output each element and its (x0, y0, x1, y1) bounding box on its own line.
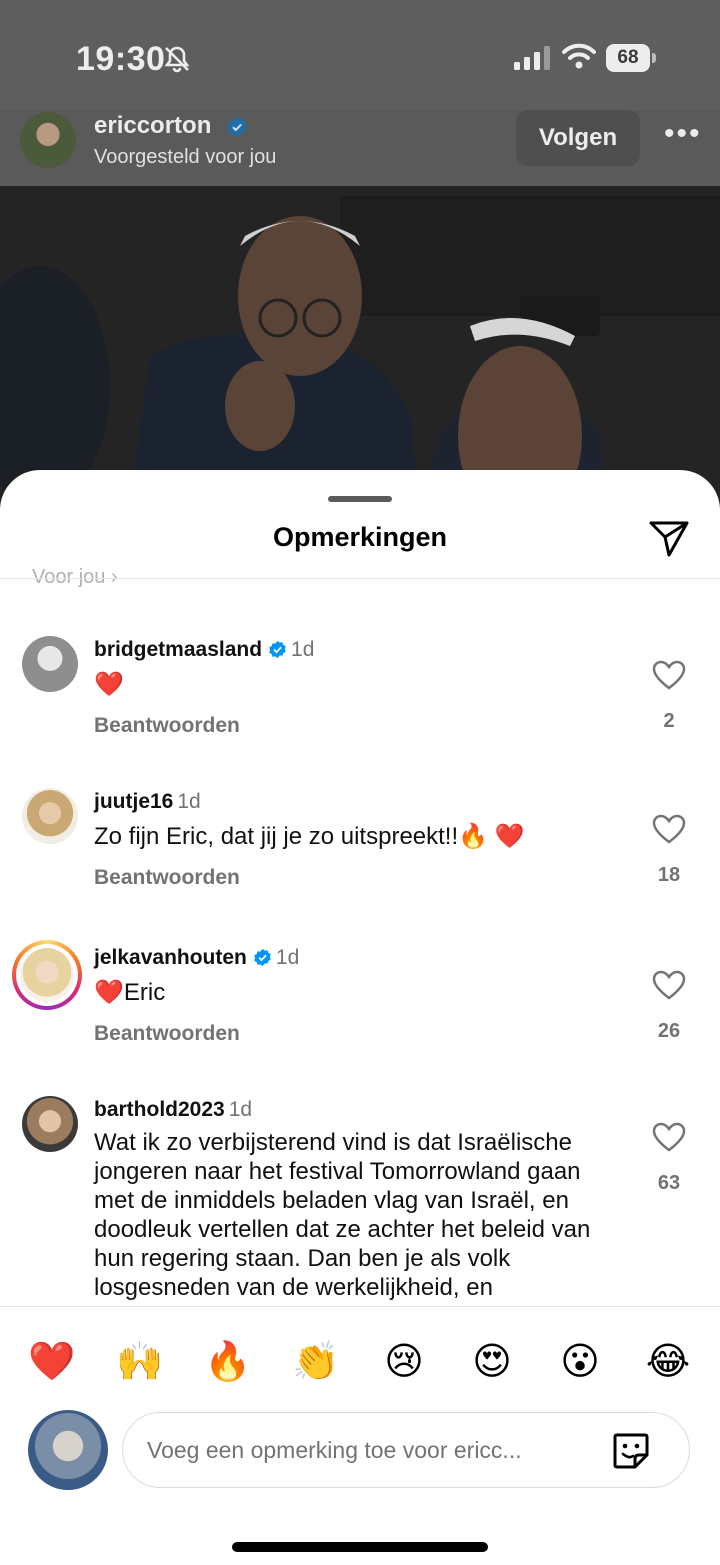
comment-username[interactable]: bridgetmaasland 1d (94, 638, 314, 662)
reply-button[interactable]: Beantwoorden (94, 714, 240, 738)
divider (0, 578, 720, 579)
battery-level: 68 (617, 47, 639, 68)
username-text: barthold2023 (94, 1098, 225, 1121)
emoji-clap-button[interactable]: 👏 (292, 1338, 340, 1386)
battery-icon: 68 (606, 44, 656, 72)
comment-username[interactable]: juutje16 1d (94, 790, 201, 814)
comment-text: Wat ik zo verbijsterend vind is dat Isra… (94, 1129, 591, 1301)
comment-username[interactable]: barthold2023 1d (94, 1098, 252, 1122)
emoji-heart-button[interactable]: ❤️ (28, 1338, 76, 1386)
post-image (0, 186, 720, 506)
status-bar: 19:30 68 (0, 0, 720, 110)
verified-badge-icon (227, 117, 247, 137)
current-user-avatar (28, 1410, 108, 1490)
signal-icon (514, 46, 550, 70)
heart-icon[interactable] (652, 660, 686, 690)
bell-muted-icon (164, 46, 190, 73)
heart-icon[interactable] (652, 814, 686, 844)
drag-handle[interactable] (328, 496, 392, 502)
story-ring[interactable] (12, 940, 82, 1010)
like-count: 2 (663, 710, 675, 732)
reply-button[interactable]: Beantwoorden (94, 866, 240, 890)
clock: 19:30 (76, 40, 166, 78)
wifi-icon (562, 43, 596, 69)
commenter-avatar (20, 948, 74, 1002)
emoji-heart-eyes-button[interactable]: 😍 (468, 1338, 516, 1386)
comment-time: 1d (275, 946, 300, 969)
share-send-icon[interactable] (648, 520, 690, 558)
home-indicator[interactable] (232, 1542, 488, 1552)
comment-time: 1d (177, 790, 201, 813)
heart-icon[interactable] (652, 970, 686, 1000)
like-count: 63 (657, 1172, 681, 1194)
quick-emoji-bar: ❤️ 🙌 🔥 👏 😢 😍 😮 😂 (0, 1308, 720, 1408)
emoji-fire-button[interactable]: 🔥 (204, 1338, 252, 1386)
heart-icon[interactable] (652, 1122, 686, 1152)
reply-button[interactable]: Beantwoorden (94, 1022, 240, 1046)
sticker-icon[interactable] (611, 1431, 651, 1471)
emoji-raised-hands-button[interactable]: 🙌 (116, 1338, 164, 1386)
comment-input[interactable]: Voeg een opmerking toe voor ericc... (122, 1412, 690, 1488)
username-text: bridgetmaasland (94, 638, 263, 661)
commenter-avatar[interactable] (22, 788, 78, 844)
post-author-avatar[interactable] (20, 112, 76, 168)
like-count: 26 (657, 1020, 681, 1042)
emoji-surprised-button[interactable]: 😮 (556, 1338, 604, 1386)
emoji-laughing-button[interactable]: 😂 (644, 1338, 692, 1386)
comment-text: ❤️ (94, 671, 124, 698)
commenter-avatar[interactable] (22, 636, 78, 692)
commenter-avatar[interactable] (22, 1096, 78, 1152)
more-options-icon[interactable]: ••• (664, 119, 700, 150)
verified-badge-icon (269, 640, 286, 659)
sheet-title: Opmerkingen (272, 522, 448, 552)
comment-input-placeholder: Voeg een opmerking toe voor ericc... (147, 1437, 522, 1463)
comment-time: 1d (291, 638, 315, 661)
comment-text: ❤️Eric (94, 979, 166, 1006)
username-text: juutje16 (94, 790, 174, 813)
comment-text: Zo fijn Eric, dat jij je zo uitspreekt!!… (94, 823, 525, 850)
post-author-username[interactable]: ericcorton (94, 112, 211, 140)
follow-button[interactable]: Volgen (516, 110, 640, 166)
like-count: 18 (657, 864, 681, 886)
divider (0, 1306, 720, 1307)
comment-username[interactable]: jelkavanhouten 1d (94, 946, 299, 970)
verified-badge-icon (254, 948, 271, 967)
username-text: jelkavanhouten (94, 946, 247, 969)
emoji-crying-button[interactable]: 😢 (380, 1338, 428, 1386)
post-subtitle: Voorgesteld voor jou (94, 146, 277, 168)
comment-time: 1d (228, 1098, 253, 1121)
comments-sheet: Opmerkingen Voor jou › bridgetmaasland 1d… (0, 470, 720, 1565)
